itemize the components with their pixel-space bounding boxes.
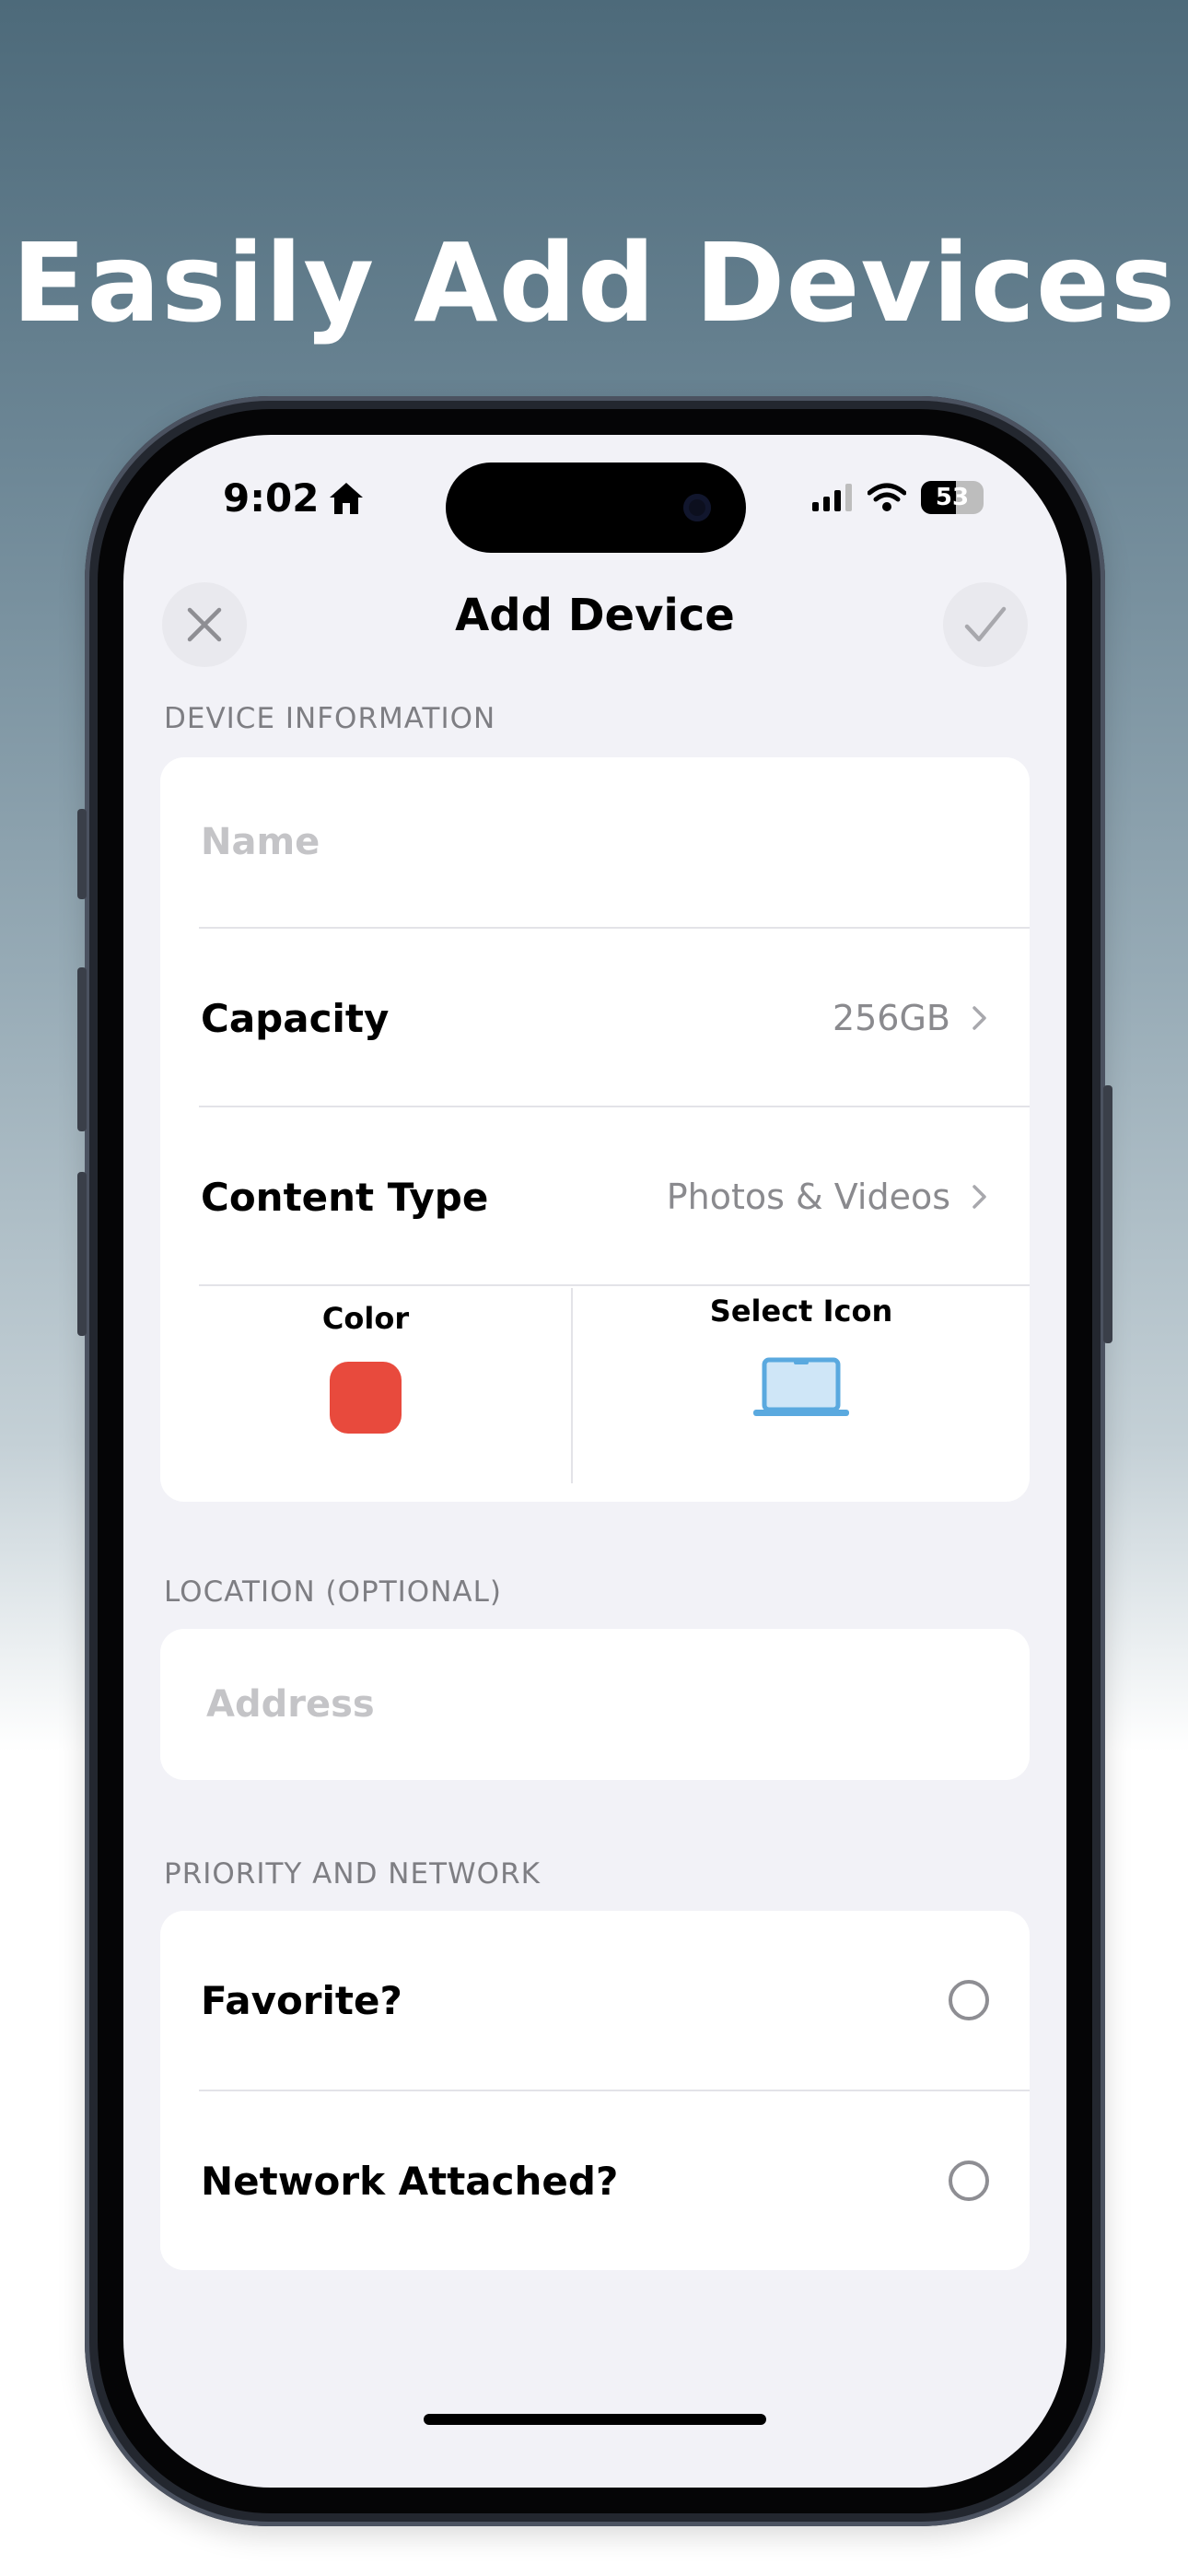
home-indicator[interactable]	[424, 2414, 766, 2425]
phone-frame: 9:02 53 Add Device DEVICE INFORMATION Na…	[77, 396, 1112, 2526]
volume-up-button	[77, 967, 87, 1131]
battery-icon: 53	[921, 481, 984, 514]
chevron-right-icon	[973, 1185, 986, 1209]
camera-icon	[683, 494, 711, 521]
favorite-label: Favorite?	[201, 1977, 402, 2023]
name-row[interactable]: Name	[160, 757, 1030, 927]
section-header-priority-network: PRIORITY AND NETWORK	[164, 1857, 541, 1891]
status-time: 9:02	[223, 475, 365, 521]
address-row[interactable]: Address	[160, 1629, 1030, 1780]
checkmark-icon	[964, 606, 1007, 642]
content-type-row[interactable]: Content Type Photos & Videos	[160, 1107, 1030, 1286]
color-picker[interactable]: Color	[160, 1301, 571, 1502]
screen: 9:02 53 Add Device DEVICE INFORMATION Na…	[123, 435, 1066, 2488]
network-attached-label: Network Attached?	[201, 2158, 619, 2204]
color-swatch[interactable]	[330, 1362, 402, 1434]
volume-down-button	[77, 1172, 87, 1336]
content-type-label: Content Type	[201, 1174, 489, 1220]
dynamic-island	[446, 463, 746, 553]
capacity-value: 256GB	[832, 998, 950, 1038]
time-text: 9:02	[223, 475, 320, 521]
select-icon-label: Select Icon	[709, 1294, 893, 1329]
laptop-icon[interactable]	[751, 1356, 851, 1419]
network-attached-row[interactable]: Network Attached?	[160, 2091, 1030, 2270]
action-button	[77, 809, 87, 899]
divider	[199, 1284, 1030, 1286]
favorite-radio[interactable]	[949, 1980, 989, 2020]
wifi-icon	[868, 483, 906, 511]
device-information-card: Name Capacity 256GB Content Type Photos …	[160, 757, 1030, 1502]
confirm-button[interactable]	[943, 582, 1028, 667]
name-input[interactable]: Name	[201, 821, 320, 863]
cellular-signal-icon	[812, 484, 852, 511]
page-title: Add Device	[455, 590, 735, 641]
favorite-row[interactable]: Favorite?	[160, 1911, 1030, 2090]
content-type-value: Photos & Videos	[666, 1177, 950, 1217]
capacity-row[interactable]: Capacity 256GB	[160, 929, 1030, 1107]
color-label: Color	[321, 1301, 410, 1336]
icon-picker[interactable]: Select Icon	[573, 1294, 1030, 1496]
priority-network-card: Favorite? Network Attached?	[160, 1911, 1030, 2270]
section-header-location: LOCATION (OPTIONAL)	[164, 1575, 502, 1609]
address-input[interactable]: Address	[206, 1683, 375, 1726]
power-button	[1103, 1085, 1112, 1343]
headline: Easily Add Devices	[11, 219, 1177, 346]
battery-level: 53	[935, 484, 970, 511]
capacity-label: Capacity	[201, 995, 390, 1041]
network-attached-radio[interactable]	[949, 2160, 989, 2201]
section-header-device-information: DEVICE INFORMATION	[164, 702, 496, 735]
chevron-right-icon	[973, 1006, 986, 1030]
status-indicators: 53	[812, 481, 984, 514]
home-icon	[330, 482, 364, 514]
location-card: Address	[160, 1629, 1030, 1780]
